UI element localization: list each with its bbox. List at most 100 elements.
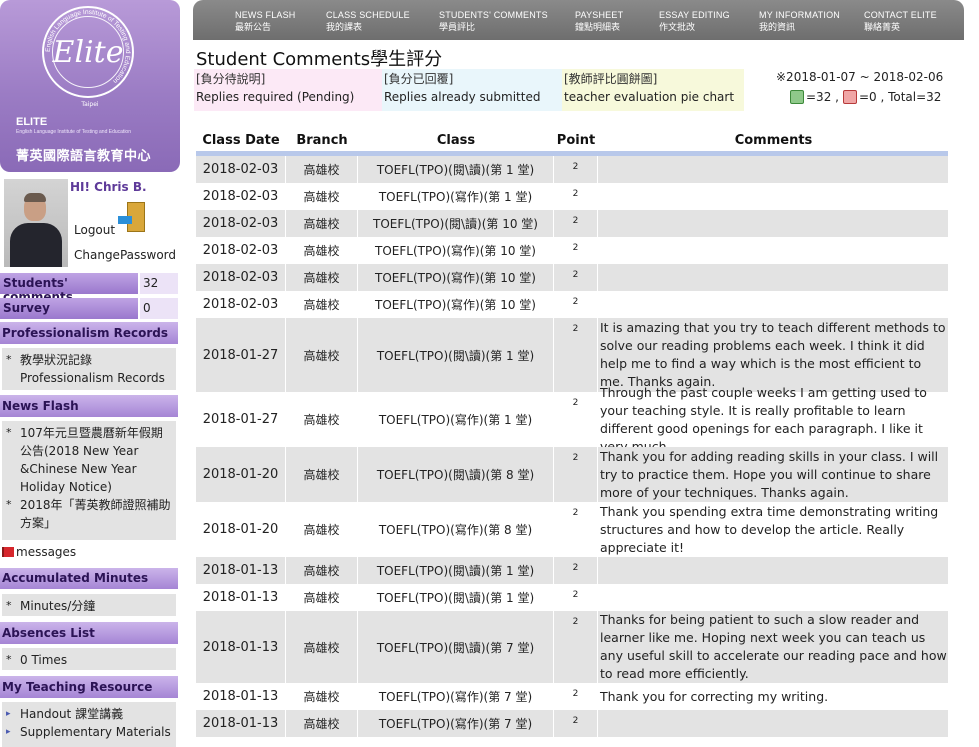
legend-pie-chart[interactable]: [教師評比圓餅圖] teacher evaluation pie chart bbox=[562, 69, 744, 111]
table-row: 2018-01-13 高雄校 TOEFL(TPO)(閱\讀)(第 7 堂) 2 Than… bbox=[196, 611, 948, 683]
comments-table: Class Date Branch Class Point Comments 2… bbox=[196, 128, 948, 737]
students-comments-label[interactable]: Students' comments bbox=[0, 273, 138, 304]
change-password-link[interactable]: ChangePassword bbox=[74, 248, 176, 262]
nav-contact-elite[interactable]: CONTACT ELITE 聯絡菁英 bbox=[864, 9, 937, 33]
table-row: 2018-01-13 高雄校 TOEFL(TPO)(閱\讀)(第 1 堂) 2 bbox=[196, 557, 948, 584]
news-item[interactable]: * 107年元旦暨農曆新年假期公告(2018 New Year &Chinese … bbox=[6, 424, 172, 496]
professionalism-item[interactable]: * 教學狀況記錄 Professionalism Records bbox=[6, 351, 172, 387]
class-name-cell: TOEFL(TPO)(閱\讀)(第 1 堂) bbox=[358, 318, 554, 392]
comment-cell: Through the past couple weeks I am getti… bbox=[600, 384, 927, 454]
class-name-cell: TOEFL(TPO)(寫作)(第 7 堂) bbox=[358, 683, 554, 710]
point-cell: 2 bbox=[554, 557, 598, 584]
news-item[interactable]: * 2018年「菁英教師證照補助方案」 bbox=[6, 496, 172, 532]
point-cell: 2 bbox=[554, 291, 598, 318]
nav-class-schedule[interactable]: CLASS SCHEDULE 我的課表 bbox=[326, 9, 410, 33]
page-title: Student Comments學生評分 bbox=[196, 49, 443, 70]
nav-students-comments[interactable]: STUDENTS' COMMENTS 學員評比 bbox=[439, 9, 548, 33]
branch-cell: 高雄校 bbox=[286, 392, 358, 447]
survey-label[interactable]: Survey bbox=[0, 298, 138, 319]
table-row: 2018-01-13 高雄校 TOEFL(TPO)(寫作)(第 7 堂) 2 Thank… bbox=[196, 683, 948, 710]
nav-essay-editing[interactable]: ESSAY EDITING 作文批改 bbox=[659, 9, 730, 33]
logout-link[interactable]: Logout bbox=[74, 223, 115, 237]
teaching-resource-panel: ▸ Handout 課堂講義 ▸ Supplementary Materials bbox=[2, 702, 176, 747]
table-row: 2018-01-27 高雄校 TOEFL(TPO)(寫作)(第 1 堂) 2 Throu… bbox=[196, 384, 948, 454]
point-cell: 2 bbox=[554, 392, 598, 447]
comment-cell: Thank you spending extra time demonstrat… bbox=[600, 503, 939, 555]
sidebar-item-students-comments[interactable]: Students' comments 32 bbox=[0, 273, 178, 304]
class-name-cell: TOEFL(TPO)(寫作)(第 10 堂) bbox=[358, 237, 554, 264]
minutes-value[interactable]: * Minutes/分鐘 bbox=[6, 597, 172, 615]
branch-cell: 高雄校 bbox=[286, 210, 358, 237]
col-branch: Branch bbox=[296, 133, 348, 148]
legend-pending[interactable]: [負分待說明] Replies required (Pending) bbox=[194, 69, 382, 111]
class-date-cell: 2018-01-13 bbox=[196, 683, 286, 710]
nav-news-flash[interactable]: NEWS FLASH 最新公告 bbox=[235, 9, 296, 33]
positive-count: =32 , bbox=[806, 90, 839, 104]
table-row: 2018-02-03 高雄校 TOEFL(TPO)(閱\讀)(第 10 堂) 2 bbox=[196, 210, 948, 237]
absences-header: Absences List bbox=[0, 622, 178, 644]
table-row: 2018-02-03 高雄校 TOEFL(TPO)(閱\讀)(第 1 堂) 2 bbox=[196, 156, 948, 183]
date-range: ※2018-01-07 ~ 2018-02-06 bbox=[776, 70, 944, 84]
class-name-cell: TOEFL(TPO)(寫作)(第 7 堂) bbox=[358, 710, 554, 737]
nav-my-information[interactable]: MY INFORMATION 我的資訊 bbox=[759, 9, 840, 33]
point-cell: 2 bbox=[554, 210, 598, 237]
class-name-cell: TOEFL(TPO)(閱\讀)(第 7 堂) bbox=[358, 611, 554, 683]
class-name-cell: TOEFL(TPO)(寫作)(第 1 堂) bbox=[358, 392, 554, 447]
table-body: 2018-02-03 高雄校 TOEFL(TPO)(閱\讀)(第 1 堂) 2 2018… bbox=[196, 156, 948, 737]
elite-logo[interactable]: English Language Institute of Testing an… bbox=[0, 0, 180, 172]
table-header: Class Date Branch Class Point Comments bbox=[196, 128, 948, 156]
logo-emblem: English Language Institute of Testing an… bbox=[42, 6, 134, 98]
branch-cell: 高雄校 bbox=[286, 183, 358, 210]
brand-subtitle: English Language Institute of Testing an… bbox=[16, 129, 131, 135]
absences-panel: * 0 Times bbox=[2, 648, 176, 670]
thumbs-down-icon bbox=[842, 90, 857, 104]
branch-cell: 高雄校 bbox=[286, 683, 358, 710]
class-name-cell: TOEFL(TPO)(寫作)(第 8 堂) bbox=[358, 502, 554, 557]
branch-cell: 高雄校 bbox=[286, 584, 358, 611]
class-name-cell: TOEFL(TPO)(閱\讀)(第 1 堂) bbox=[358, 584, 554, 611]
legend-submitted[interactable]: [負分已回覆] Replies already submitted bbox=[382, 69, 562, 111]
point-cell: 2 bbox=[554, 237, 598, 264]
class-name-cell: TOEFL(TPO)(寫作)(第 10 堂) bbox=[358, 291, 554, 318]
comment-cell bbox=[599, 183, 948, 210]
class-name-cell: TOEFL(TPO)(閱\讀)(第 1 堂) bbox=[358, 156, 554, 183]
class-name-cell: TOEFL(TPO)(寫作)(第 10 堂) bbox=[358, 264, 554, 291]
brand-name-zh: 菁英國際語言教育中心 bbox=[16, 149, 152, 164]
supplementary-materials-link[interactable]: ▸ Supplementary Materials bbox=[6, 723, 172, 741]
comment-cell bbox=[599, 237, 948, 264]
avatar bbox=[4, 179, 68, 267]
point-cell: 2 bbox=[554, 502, 598, 557]
col-comments: Comments bbox=[734, 133, 813, 148]
table-row: 2018-01-20 高雄校 TOEFL(TPO)(寫作)(第 8 堂) 2 Thank… bbox=[196, 502, 948, 557]
branch-cell: 高雄校 bbox=[286, 156, 358, 183]
user-greeting: HI! Chris B. bbox=[70, 180, 147, 194]
point-cell: 2 bbox=[554, 156, 598, 183]
branch-cell: 高雄校 bbox=[286, 502, 358, 557]
professionalism-header: Professionalism Records bbox=[0, 322, 178, 344]
handout-link[interactable]: ▸ Handout 課堂講義 bbox=[6, 705, 172, 723]
comment-cell bbox=[599, 291, 948, 318]
absences-value[interactable]: * 0 Times bbox=[6, 651, 172, 669]
class-date-cell: 2018-01-13 bbox=[196, 710, 286, 737]
students-comments-count: 32 bbox=[140, 273, 178, 294]
point-cell: 2 bbox=[554, 447, 598, 502]
news-flash-header: News Flash bbox=[0, 395, 178, 417]
nav-paysheet[interactable]: PAYSHEET 鐘點明細表 bbox=[575, 9, 623, 33]
messages-link[interactable]: messages bbox=[2, 545, 178, 559]
logout-door-icon[interactable] bbox=[118, 202, 148, 236]
class-date-cell: 2018-02-03 bbox=[196, 237, 286, 264]
col-class-date: Class Date bbox=[202, 133, 280, 148]
logo-script-text: Elite bbox=[52, 34, 124, 70]
class-name-cell: TOEFL(TPO)(閱\讀)(第 10 堂) bbox=[358, 210, 554, 237]
class-date-cell: 2018-02-03 bbox=[196, 156, 286, 183]
messages-label[interactable]: messages bbox=[16, 545, 76, 559]
sidebar-item-survey[interactable]: Survey 0 bbox=[0, 298, 178, 319]
class-date-cell: 2018-01-27 bbox=[196, 318, 286, 392]
branch-cell: 高雄校 bbox=[286, 264, 358, 291]
accumulated-minutes-panel: * Minutes/分鐘 bbox=[2, 594, 176, 616]
branch-cell: 高雄校 bbox=[286, 611, 358, 683]
table-row: 2018-02-03 高雄校 TOEFL(TPO)(寫作)(第 10 堂) 2 bbox=[196, 291, 948, 318]
comment-cell bbox=[599, 557, 948, 584]
brand-name-en: ELITE bbox=[16, 116, 48, 128]
chevron-right-icon: ▸ bbox=[6, 727, 11, 737]
